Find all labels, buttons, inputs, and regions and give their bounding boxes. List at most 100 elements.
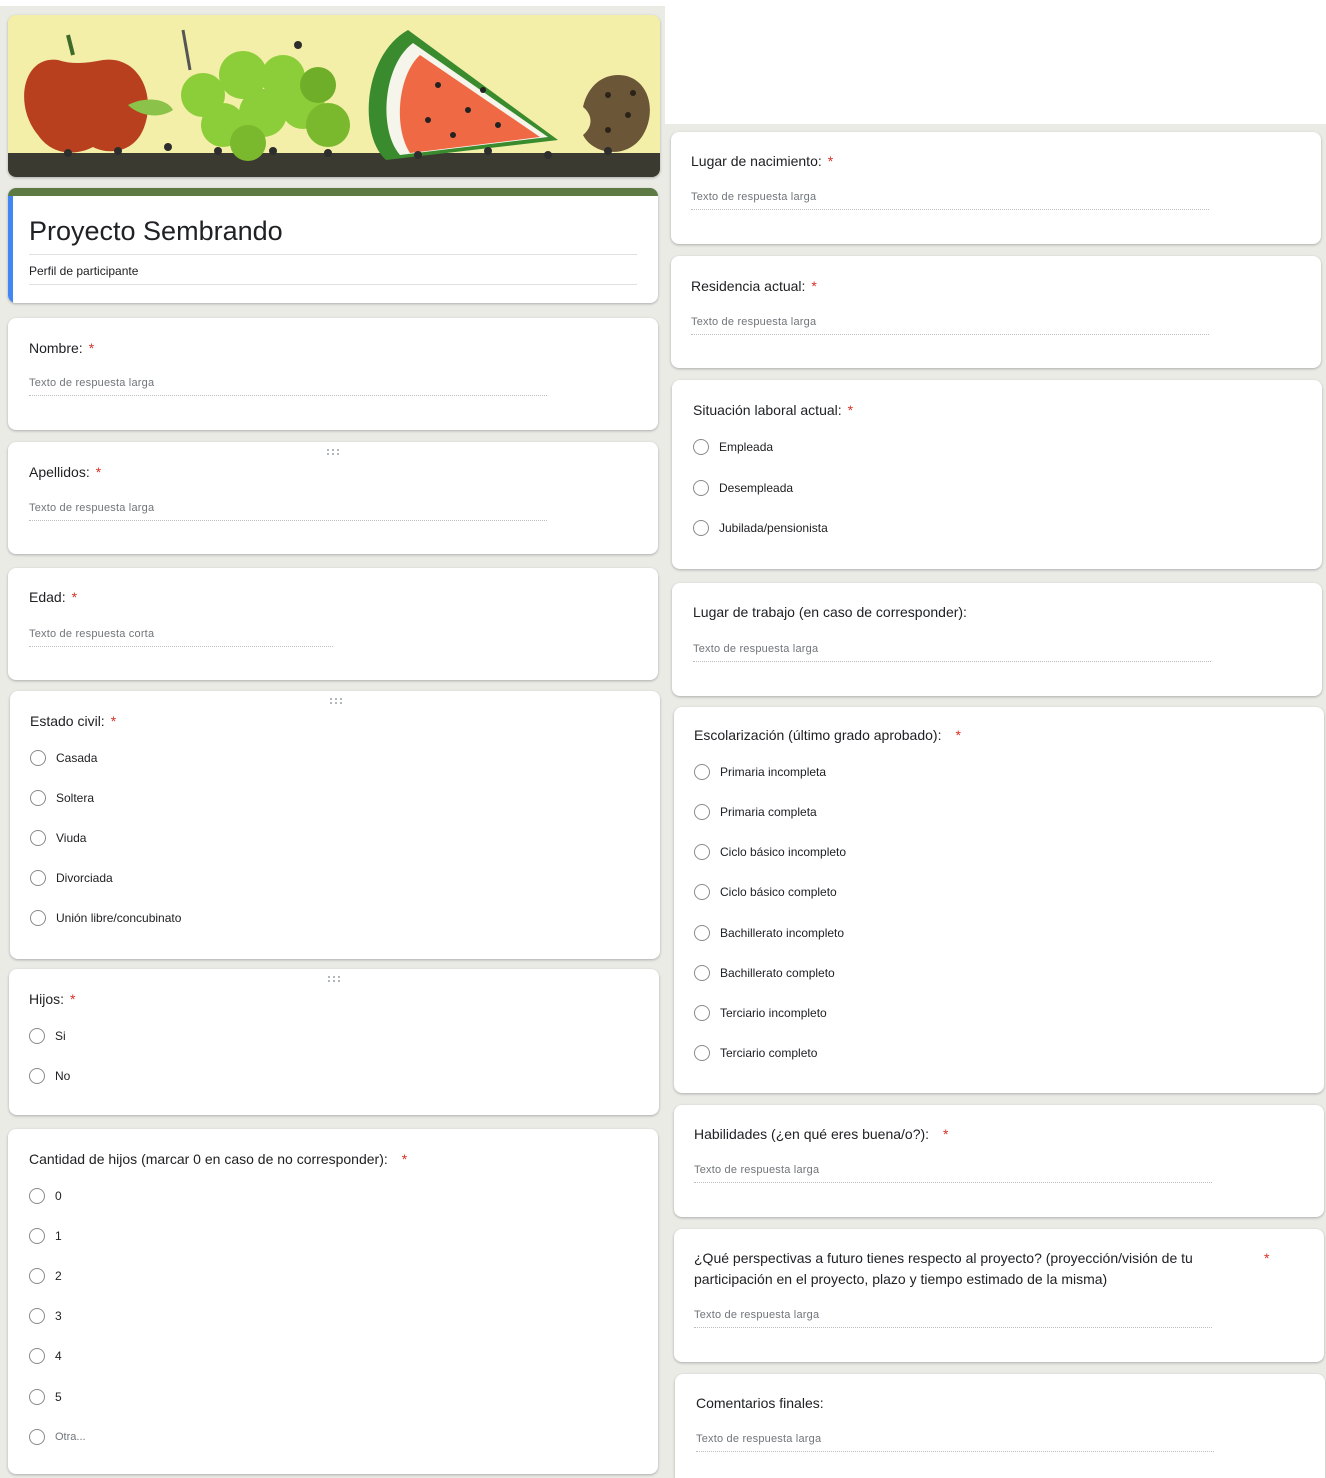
long-answer-placeholder[interactable]: Texto de respuesta larga [696,1433,821,1445]
answer-underline [696,1451,1214,1452]
radio-option-bachillerato-incompleto[interactable]: Bachillerato incompleto [694,925,844,941]
radio-button[interactable] [29,1068,45,1084]
radio-option-soltera[interactable]: Soltera [30,790,94,806]
radio-button[interactable] [694,884,710,900]
long-answer-placeholder[interactable]: Texto de respuesta larga [691,191,816,203]
radio-button[interactable] [694,804,710,820]
radio-button[interactable] [29,1268,45,1284]
radio-option-primaria-incompleta[interactable]: Primaria incompleta [694,764,826,780]
long-answer-placeholder[interactable]: Texto de respuesta larga [694,1164,819,1176]
radio-option-si[interactable]: Si [29,1028,66,1044]
required-asterisk: * [71,589,78,605]
question-card-situacion-laboral: Situación laboral actual: * Empleada Dese… [672,380,1322,569]
question-card-estado-civil: Estado civil: * Casada Soltera Viuda Divo… [10,691,660,959]
radio-button[interactable] [694,965,710,981]
radio-button[interactable] [694,764,710,780]
radio-option-bachillerato-completo[interactable]: Bachillerato completo [694,965,835,981]
drag-handle-icon[interactable] [326,975,346,983]
title-underline [29,254,637,255]
required-asterisk: * [847,402,854,418]
question-card-nombre: Nombre: * Texto de respuesta larga [8,318,658,430]
required-asterisk: * [88,340,95,356]
radio-option-2[interactable]: 2 [29,1268,62,1284]
question-card-edad: Edad: * Texto de respuesta corta [8,568,658,680]
long-answer-placeholder[interactable]: Texto de respuesta larga [29,377,154,389]
required-asterisk: * [95,464,102,480]
radio-button[interactable] [693,439,709,455]
radio-button[interactable] [29,1028,45,1044]
short-answer-placeholder[interactable]: Texto de respuesta corta [29,628,154,640]
radio-button[interactable] [29,1429,45,1445]
radio-button[interactable] [693,520,709,536]
radio-button[interactable] [30,750,46,766]
radio-button[interactable] [29,1389,45,1405]
long-answer-placeholder[interactable]: Texto de respuesta larga [694,1309,819,1321]
drag-handle-icon[interactable] [328,697,348,705]
radio-option-viuda[interactable]: Viuda [30,830,86,846]
radio-option-ciclo-basico-incompleto[interactable]: Ciclo básico incompleto [694,844,846,860]
question-title: Edad: * [29,589,78,605]
radio-option-casada[interactable]: Casada [30,750,97,766]
radio-button[interactable] [30,830,46,846]
form-title: Proyecto Sembrando [29,216,283,246]
radio-button[interactable] [29,1348,45,1364]
radio-option-empleada[interactable]: Empleada [693,439,773,455]
radio-option-4[interactable]: 4 [29,1348,62,1364]
question-title: Lugar de trabajo (en caso de corresponde… [693,604,967,620]
question-title: Comentarios finales: [696,1395,824,1411]
question-card-habilidades: Habilidades (¿en qué eres buena/o?): * Te… [674,1105,1324,1217]
radio-option-5[interactable]: 5 [29,1389,62,1405]
question-title: ¿Qué perspectivas a futuro tienes respec… [694,1250,1193,1287]
question-title: Nombre: * [29,340,95,356]
radio-button[interactable] [694,925,710,941]
radio-option-ciclo-basico-completo[interactable]: Ciclo básico completo [694,884,837,900]
radio-button[interactable] [29,1188,45,1204]
radio-option-other[interactable]: Otra... [29,1429,86,1445]
radio-option-3[interactable]: 3 [29,1308,62,1324]
required-asterisk: * [943,1126,949,1142]
long-answer-placeholder[interactable]: Texto de respuesta larga [29,502,154,514]
radio-option-primaria-completa[interactable]: Primaria completa [694,804,817,820]
question-card-cantidad-hijos: Cantidad de hijos (marcar 0 en caso de n… [8,1129,658,1474]
radio-button[interactable] [29,1228,45,1244]
radio-option-divorciada[interactable]: Divorciada [30,870,113,886]
drag-handle-icon[interactable] [325,448,345,456]
answer-underline [691,334,1209,335]
answer-underline [694,1182,1212,1183]
radio-option-no[interactable]: No [29,1068,70,1084]
radio-button[interactable] [694,844,710,860]
form-header-card: Proyecto Sembrando Perfil de participant… [8,188,658,303]
question-title: Situación laboral actual: * [693,402,854,418]
radio-button[interactable] [30,910,46,926]
form-description: Perfil de participante [29,264,139,278]
radio-button[interactable] [29,1308,45,1324]
question-title: Residencia actual: * [691,278,817,294]
radio-option-1[interactable]: 1 [29,1228,62,1244]
question-title: Cantidad de hijos (marcar 0 en caso de n… [29,1151,408,1167]
radio-option-terciario-completo[interactable]: Terciario completo [694,1045,817,1061]
radio-button[interactable] [694,1005,710,1021]
radio-button[interactable] [30,870,46,886]
question-card-residencia: Residencia actual: * Texto de respuesta l… [671,256,1321,368]
fruit-ants-illustration [8,15,660,177]
required-asterisk: * [827,153,834,169]
radio-option-desempleada[interactable]: Desempleada [693,480,793,496]
radio-button[interactable] [30,790,46,806]
long-answer-placeholder[interactable]: Texto de respuesta larga [693,643,818,655]
description-underline [29,284,637,285]
radio-option-union-libre[interactable]: Unión libre/concubinato [30,910,181,926]
question-title: Escolarización (último grado aprobado): * [694,727,961,743]
radio-option-0[interactable]: 0 [29,1188,62,1204]
question-title: Lugar de nacimiento: * [691,153,834,169]
radio-option-terciario-incompleto[interactable]: Terciario incompleto [694,1005,827,1021]
question-card-comentarios: Comentarios finales: Texto de respuesta … [675,1374,1325,1478]
radio-button[interactable] [694,1045,710,1061]
question-card-lugar-nacimiento: Lugar de nacimiento: * Texto de respuesta… [671,132,1321,244]
header-banner [8,15,660,177]
radio-option-jubilada[interactable]: Jubilada/pensionista [693,520,828,536]
long-answer-placeholder[interactable]: Texto de respuesta larga [691,316,816,328]
required-asterisk: * [70,991,76,1007]
question-card-perspectivas: ¿Qué perspectivas a futuro tienes respec… [674,1229,1324,1362]
form-accent-bar [8,196,13,303]
radio-button[interactable] [693,480,709,496]
